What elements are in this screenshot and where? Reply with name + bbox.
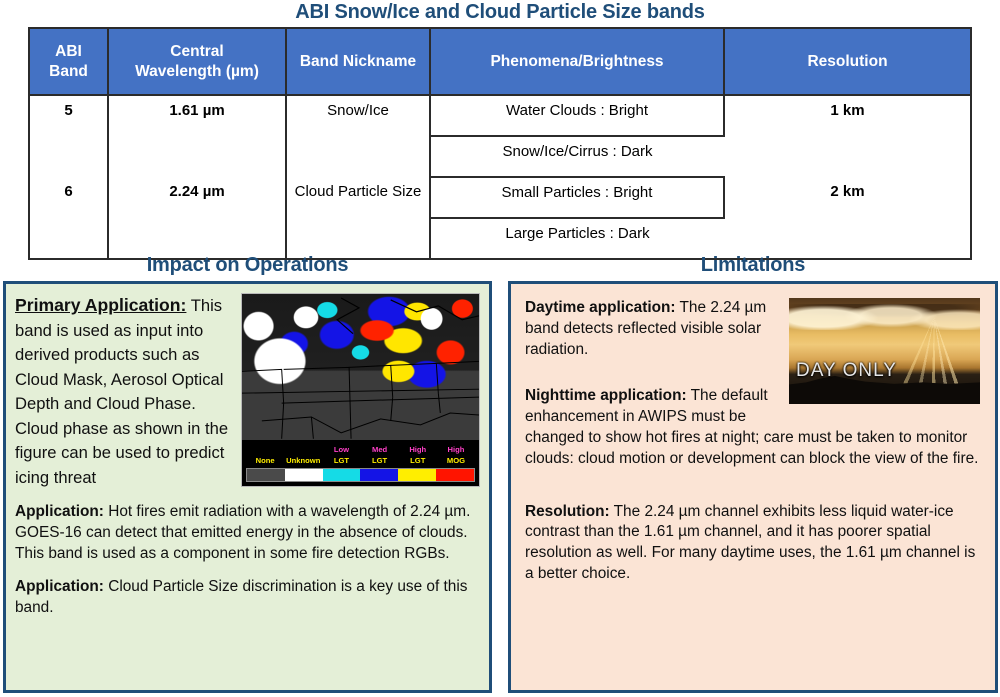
sunset-day-only-photo: DAY ONLY [789,298,980,404]
legend-label-bottom: Unknown [286,456,321,465]
legend-swatch [436,469,474,481]
cell-phenomena: Small Particles : Bright [430,177,725,219]
cell-wavelength: 2.24 µm [108,177,287,258]
cell-phenomena: Large Particles : Dark [430,218,724,258]
cell-phenomena: Water Clouds : Bright [430,95,725,137]
cell-band-number: 5 [30,95,109,177]
legend-label-top: High [409,445,427,454]
column-header-abi-band: ABI Band [30,29,109,96]
legend-label-bottom: LGT [372,456,388,465]
legend-swatch [322,469,361,481]
page-title: ABI Snow/Ice and Cloud Particle Size ban… [295,1,705,23]
coastline-overlay [242,297,479,439]
cloud-phase-legend: None Unknown Low LGT Med LGT High LGT High M… [242,440,479,486]
header-line: Phenomena/Brightness [490,52,664,70]
paragraph-body: This band is used as input into derived … [15,296,229,487]
header-line: Central [170,43,224,61]
header-line: Band Nickname [299,52,417,70]
legend-label-bottom: MOG [446,456,466,465]
cell-phenomena: Snow/Ice/Cirrus : Dark [430,136,724,178]
legend-swatch [284,469,323,481]
table-row: 5 1.61 µm Snow/Ice Water Clouds : Bright… [30,95,970,177]
section-header-limitations: Limitations [700,254,806,276]
legend-label-top: High [447,445,465,454]
cell-band-number: 6 [30,177,109,258]
satellite-raster [242,294,479,440]
table-header-row: ABI Band Central Wavelength (µm) Band Ni… [30,29,970,96]
header-line: ABI [55,43,82,61]
legend-label: None [246,455,284,466]
cell-resolution: 1 km [724,95,970,177]
impact-on-operations-panel: None Unknown Low LGT Med LGT High LGT High M… [3,281,492,693]
cell-nickname: Snow/Ice [286,95,431,177]
limitations-panel: DAY ONLY Daytime application: The 2.24 µ… [508,281,998,693]
cell-nickname: Cloud Particle Size [286,177,431,258]
column-header-band-nickname: Band Nickname [286,29,431,96]
paragraph-lead: Daytime application: [525,299,676,316]
column-header-central-wavelength: Central Wavelength (µm) [108,29,287,96]
paragraph-lead: Nighttime application: [525,387,687,405]
legend-label-top: Med [372,445,388,454]
paragraph-lead: Application: [15,503,104,521]
paragraph-lead: Primary Application: [15,295,187,315]
cloud-band-overlay [789,304,980,330]
table-row: 6 2.24 µm Cloud Particle Size Small Part… [30,177,970,258]
cloud-phase-satellite-image: None Unknown Low LGT Med LGT High LGT High M… [241,293,480,487]
cell-wavelength: 1.61 µm [108,95,287,177]
resolution-paragraph: Resolution: The 2.24 µm channel exhibits… [525,502,981,585]
legend-label-bottom: LGT [333,456,350,465]
column-header-resolution: Resolution [724,29,970,96]
legend-swatch [398,469,437,481]
column-header-phenomena-brightness: Phenomena/Brightness [430,29,725,96]
cell-resolution: 2 km [724,177,970,258]
legend-label: Unknown [284,455,322,466]
header-line: Resolution [807,52,888,70]
photo-caption: DAY ONLY [796,360,897,381]
paragraph-lead: Resolution: [525,502,610,520]
legend-swatch [360,469,399,481]
paragraph-lead: Application: [15,577,104,595]
application-particle-size-paragraph: Application: Cloud Particle Size discrim… [15,577,480,619]
legend-label: Low LGT [322,444,360,466]
legend-label: High LGT [399,444,437,466]
legend-swatch [247,469,285,481]
legend-label: Med LGT [361,444,399,466]
legend-label-bottom: LGT [410,456,426,465]
band-specification-table: ABI Band Central Wavelength (µm) Band Ni… [28,27,972,260]
section-header-impact-on-operations: Impact on Operations [146,254,349,276]
legend-color-swatches [246,468,475,482]
legend-label: High MOG [437,444,475,466]
header-line: Band [49,62,88,80]
application-fires-paragraph: Application: Hot fires emit radiation wi… [15,502,480,564]
legend-label-bottom: None [255,456,275,465]
header-line: Wavelength (µm) [135,62,259,80]
legend-label-top: Low [333,445,350,454]
